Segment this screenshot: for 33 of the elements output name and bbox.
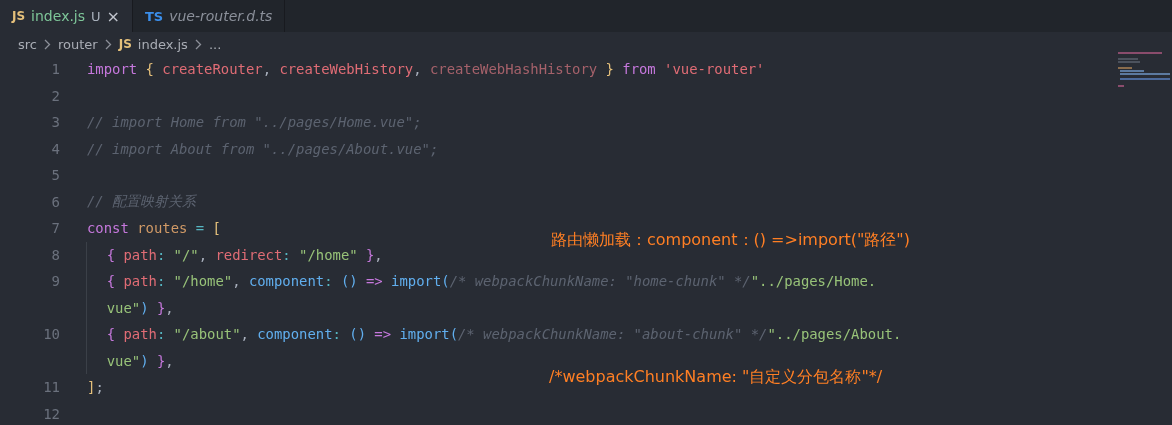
code-line: vue") }, [106, 299, 174, 316]
line-number: 5 [50, 167, 60, 184]
line-number: 3 [50, 114, 60, 131]
code-line: ]; [87, 379, 104, 396]
breadcrumb-item[interactable]: JS index.js [118, 36, 188, 52]
line-number: 8 [50, 246, 60, 263]
code-line: { path: "/home", component: () => import(/* webpackChunkName: "home-chunk" */"../pages/Home. [106, 273, 877, 290]
line-number: 4 [50, 140, 60, 157]
line-number: 12 [42, 405, 60, 422]
line-number: 1 [50, 61, 60, 78]
annotation-text: /*webpackChunkName: "自定义分包名称"*/ [549, 367, 883, 388]
code-line: { path: "/about", component: () => import(/* webpackChunkName: "about-chunk" */"../pages/About. [106, 326, 902, 343]
line-number: 7 [50, 220, 60, 237]
code-line: import { createRouter, createWebHistory, createWebHashHistory } from 'vue-router' [87, 61, 765, 78]
line-number: 2 [50, 87, 60, 104]
annotation-text: 路由懒加载：component：() =>import("路径") [551, 230, 910, 251]
chevron-icon [44, 38, 51, 50]
code-line: // import About from "../pages/About.vue"; [87, 140, 439, 157]
breadcrumb-item[interactable]: src [18, 36, 37, 52]
breadcrumb-item[interactable]: router [58, 36, 98, 52]
code-line: { path: "/", redirect: "/home" }, [106, 246, 383, 263]
breadcrumb-item[interactable]: ... [208, 36, 222, 52]
line-number: 10 [42, 326, 60, 343]
line-number: 11 [42, 379, 60, 396]
code-line: vue") }, [106, 352, 174, 369]
chevron-icon [104, 38, 112, 50]
code-line: // 配置映射关系 [87, 192, 197, 211]
line-number: 6 [50, 193, 60, 210]
editor-tab[interactable]: JS index.js U × [0, 0, 133, 32]
code-line: const routes = [ [87, 220, 221, 237]
code-line: // import Home from "../pages/Home.vue"; [87, 114, 422, 131]
line-number: 9 [50, 273, 60, 290]
chevron-icon [194, 38, 202, 50]
